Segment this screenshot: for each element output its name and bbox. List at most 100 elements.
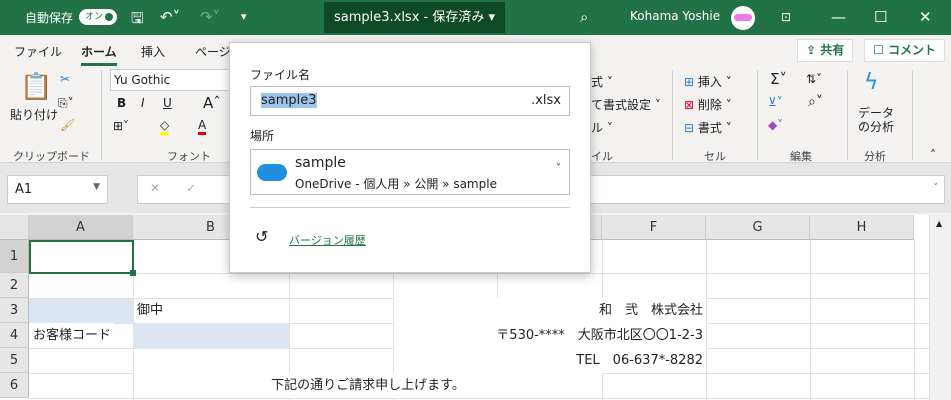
row-header[interactable]: 6 bbox=[0, 373, 29, 398]
file-info-popup: ファイル名 sample3 .xlsx 場所 sample OneDrive -… bbox=[229, 42, 591, 273]
enter-icon[interactable]: ✓ bbox=[186, 181, 196, 195]
expand-formula-icon[interactable]: ˅ bbox=[934, 183, 939, 193]
cell-a3[interactable] bbox=[29, 298, 133, 323]
file-extension: .xlsx bbox=[531, 93, 561, 108]
borders-icon[interactable]: ⊞˅ bbox=[113, 119, 129, 133]
find-icon[interactable]: ⌕˅ bbox=[808, 94, 823, 110]
group-edit: 編集 bbox=[790, 150, 812, 163]
collapse-ribbon-icon[interactable]: ˄ bbox=[930, 148, 936, 162]
fill-handle[interactable] bbox=[130, 270, 136, 276]
insert-cells-button[interactable]: ⊞ 挿入 ˅ bbox=[684, 73, 732, 90]
redo-icon[interactable]: ↷˅ bbox=[200, 8, 220, 26]
font-name-select[interactable]: Yu Gothic bbox=[110, 69, 230, 91]
format-cells-button[interactable]: ⊟ 書式 ˅ bbox=[684, 119, 732, 136]
tab-home[interactable]: ホーム bbox=[81, 43, 117, 66]
filename-value: sample3 bbox=[261, 93, 317, 108]
analyze-data-icon[interactable]: ϟ bbox=[864, 70, 879, 95]
scroll-up-icon[interactable]: ▲ bbox=[936, 219, 942, 228]
filename-input[interactable]: sample3 .xlsx bbox=[250, 86, 570, 116]
delete-label: 削除 bbox=[697, 98, 722, 112]
maximize-icon[interactable]: ☐ bbox=[874, 8, 887, 26]
cell-b4[interactable] bbox=[133, 323, 289, 348]
tab-file[interactable]: ファイル bbox=[14, 43, 62, 60]
table-format-button[interactable]: て書式設定 ˅ bbox=[591, 96, 661, 113]
copy-icon[interactable]: ⎘˅ bbox=[58, 96, 74, 111]
row-header[interactable]: 5 bbox=[0, 348, 29, 373]
analyze-data-button[interactable]: データ の分析 bbox=[858, 106, 894, 134]
paste-button[interactable]: 貼り付け bbox=[10, 106, 58, 123]
conditional-format-button[interactable]: 式 ˅ bbox=[591, 73, 613, 90]
group-style: イル bbox=[591, 150, 613, 163]
row-header[interactable]: 4 bbox=[0, 323, 29, 348]
version-history-link[interactable]: バージョン履歴 bbox=[289, 232, 366, 248]
name-box-value: A1 bbox=[15, 182, 33, 197]
cell-b6[interactable]: 下記の通りご請求申し上げます。 bbox=[134, 373, 602, 398]
column-header[interactable]: H bbox=[810, 215, 914, 240]
ribbon-display-icon[interactable]: ⊡ bbox=[781, 10, 791, 24]
search-icon[interactable]: ⌕ bbox=[580, 8, 588, 26]
location-select[interactable]: sample OneDrive - 個人用 » 公開 » sample ˅ bbox=[250, 149, 570, 195]
cell-f3[interactable]: 和 弐 株式会社 bbox=[394, 298, 706, 323]
autosum-icon[interactable]: Σ˅ bbox=[770, 70, 787, 88]
bold-button[interactable]: B bbox=[117, 96, 126, 110]
undo-icon[interactable]: ↶˅ bbox=[160, 8, 180, 26]
cell-b3[interactable]: 御中 bbox=[134, 298, 166, 323]
location-name: sample bbox=[295, 155, 346, 171]
group-cells: セル bbox=[704, 150, 726, 163]
row-header[interactable]: 1 bbox=[0, 240, 29, 273]
group-analysis: 分析 bbox=[864, 150, 886, 163]
italic-button[interactable]: I bbox=[141, 96, 145, 110]
style2-label: て書式設定 bbox=[591, 98, 652, 112]
location-path: OneDrive - 個人用 » 公開 » sample bbox=[295, 177, 497, 191]
row-header[interactable]: 3 bbox=[0, 298, 29, 323]
cell-f4[interactable]: 〒530-**** 大阪市北区〇〇1-2-3 bbox=[394, 323, 706, 348]
name-box[interactable]: A1 ▼ bbox=[7, 175, 108, 204]
cell-a4[interactable]: お客様コード bbox=[30, 323, 115, 348]
cancel-icon[interactable]: ✕ bbox=[150, 181, 160, 195]
column-header[interactable]: G bbox=[706, 215, 810, 240]
cell-style-button[interactable]: ル ˅ bbox=[591, 119, 613, 136]
group-font: フォント bbox=[167, 150, 211, 163]
minimize-icon[interactable]: — bbox=[831, 8, 846, 26]
format-painter-icon[interactable]: 🖌 bbox=[60, 118, 75, 132]
avatar[interactable] bbox=[731, 6, 755, 30]
share-button[interactable]: ⇪ 共有 bbox=[797, 39, 854, 62]
save-icon[interactable]: 🖫 bbox=[131, 8, 144, 33]
underline-button[interactable]: U bbox=[163, 96, 172, 110]
column-header[interactable]: A bbox=[29, 215, 133, 240]
tab-page-layout[interactable]: ページ bbox=[195, 43, 231, 60]
row-header[interactable]: 2 bbox=[0, 273, 29, 298]
cell-f5[interactable]: TEL 06-637*-8282 bbox=[394, 348, 706, 373]
clear-icon[interactable]: ◆˅ bbox=[768, 118, 783, 132]
customize-icon[interactable]: ▾ bbox=[241, 10, 247, 23]
tab-insert[interactable]: 挿入 bbox=[141, 43, 165, 60]
paste-icon[interactable]: 📋 bbox=[20, 72, 52, 102]
autosave-toggle[interactable]: オン bbox=[79, 9, 117, 25]
autosave-label: 自動保存 bbox=[25, 11, 74, 25]
active-cell-a1[interactable] bbox=[29, 240, 136, 276]
delete-cells-button[interactable]: ⊠ 削除 ˅ bbox=[684, 96, 732, 113]
select-all-button[interactable] bbox=[0, 215, 29, 240]
sort-filter-icon[interactable]: ⇅˅ bbox=[806, 72, 822, 86]
style3-label: ル bbox=[591, 121, 604, 135]
history-icon: ↺ bbox=[255, 227, 269, 246]
comment-button[interactable]: ☐ コメント bbox=[864, 39, 945, 62]
style1-label: 式 bbox=[591, 75, 604, 89]
column-header[interactable]: F bbox=[602, 215, 706, 240]
comment-label: コメント bbox=[887, 43, 936, 57]
group-clipboard: クリップボード bbox=[13, 150, 90, 163]
file-title-button[interactable]: sample3.xlsx - 保存済み ▾ bbox=[324, 2, 505, 33]
fill-color-icon[interactable]: ◇ bbox=[160, 118, 170, 135]
share-label: 共有 bbox=[820, 43, 845, 57]
fill-icon[interactable]: ⊻˅ bbox=[768, 95, 783, 109]
filename-label: ファイル名 bbox=[250, 68, 311, 82]
format-label: 書式 bbox=[697, 121, 722, 135]
font-color-icon[interactable]: A bbox=[198, 118, 207, 135]
onedrive-icon bbox=[257, 164, 287, 181]
cut-icon[interactable]: ✂ bbox=[60, 72, 70, 86]
grow-font-icon[interactable]: Aˆ bbox=[203, 94, 221, 112]
location-label: 場所 bbox=[250, 129, 275, 143]
vertical-scrollbar[interactable]: ▲ bbox=[929, 215, 951, 400]
user-name: Kohama Yoshie bbox=[630, 9, 721, 23]
close-icon[interactable]: ✕ bbox=[919, 8, 932, 26]
